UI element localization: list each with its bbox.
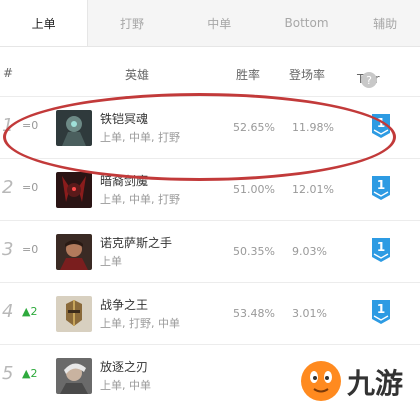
tier-badge-icon: 1 bbox=[372, 238, 390, 262]
rank-number: 2 bbox=[2, 177, 14, 198]
champion-name[interactable]: 放逐之刃 bbox=[100, 358, 148, 375]
table-row[interactable]: 4 ▲2 战争之王 上单, 打野, 中单 53.48% 3.01% 1 bbox=[0, 282, 420, 345]
tab-top[interactable]: 上单 bbox=[0, 0, 89, 46]
rank-change: =0 bbox=[22, 181, 39, 194]
rank-number: 5 bbox=[2, 363, 14, 384]
play-rate: 12.01% bbox=[292, 183, 334, 196]
table-row[interactable]: 1 =0 铁铠冥魂 上单, 中单, 打野 52.65% 11.98% 1 bbox=[0, 96, 420, 159]
champion-roles: 上单, 打野, 中单 bbox=[100, 317, 180, 330]
champion-roles: 上单 bbox=[100, 255, 122, 268]
champion-roles: 上单, 中单 bbox=[100, 379, 151, 392]
win-rate: 51.00% bbox=[233, 183, 275, 196]
champion-roles: 上单, 中单, 打野 bbox=[100, 131, 180, 144]
rank-header: # bbox=[3, 66, 14, 80]
playrate-header[interactable]: 登场率 bbox=[289, 66, 325, 83]
champion-avatar bbox=[56, 234, 92, 270]
champion-avatar bbox=[56, 110, 92, 146]
champion-name[interactable]: 战争之王 bbox=[100, 296, 148, 313]
champion-avatar bbox=[56, 296, 92, 332]
rank-number: 1 bbox=[2, 115, 14, 136]
tab-bottom[interactable]: Bottom bbox=[263, 0, 350, 46]
champion-name[interactable]: 暗裔剑魔 bbox=[100, 172, 148, 189]
play-rate: 11.98% bbox=[292, 121, 334, 134]
rank-change: ▲2 bbox=[22, 305, 38, 318]
tier-badge-icon: 1 bbox=[372, 300, 390, 324]
rank-change: =0 bbox=[22, 243, 39, 256]
win-rate: 53.48% bbox=[233, 307, 275, 320]
rank-number: 3 bbox=[2, 239, 14, 260]
play-rate: 9.03% bbox=[292, 245, 327, 258]
tab-support[interactable]: 辅助 bbox=[350, 0, 420, 46]
help-icon[interactable]: ? bbox=[361, 72, 377, 88]
champion-name[interactable]: 诺克萨斯之手 bbox=[100, 234, 172, 251]
tier-value: 1 bbox=[377, 302, 385, 316]
win-rate: 52.65% bbox=[233, 121, 275, 134]
winrate-header[interactable]: 胜率 bbox=[236, 66, 260, 83]
tab-mid[interactable]: 中单 bbox=[176, 0, 263, 46]
tier-badge-icon: 1 bbox=[372, 176, 390, 200]
tier-value: 1 bbox=[377, 178, 385, 192]
champion-name[interactable]: 铁铠冥魂 bbox=[100, 110, 148, 127]
play-rate: 3.01% bbox=[292, 307, 327, 320]
champion-avatar bbox=[56, 358, 92, 394]
tier-value: 1 bbox=[377, 116, 385, 130]
win-rate: 50.35% bbox=[233, 245, 275, 258]
champion-avatar bbox=[56, 172, 92, 208]
table-row[interactable]: 2 =0 暗裔剑魔 上单, 中单, 打野 51.00% 12.01% 1 bbox=[0, 158, 420, 221]
tier-value: 1 bbox=[377, 240, 385, 254]
champion-roles: 上单, 中单, 打野 bbox=[100, 193, 180, 206]
table-row[interactable]: 3 =0 诺克萨斯之手 上单 50.35% 9.03% 1 bbox=[0, 220, 420, 283]
tier-badge-icon: 1 bbox=[372, 114, 390, 138]
tab-jungle[interactable]: 打野 bbox=[88, 0, 175, 46]
table-header: # 英雄 胜率 登场率 Tier? bbox=[0, 60, 420, 88]
hero-header: 英雄 bbox=[125, 68, 150, 82]
rank-change: =0 bbox=[22, 119, 39, 132]
role-tabs: 上单 打野 中单 Bottom 辅助 bbox=[0, 0, 420, 47]
jiuyou-logo: 九游 bbox=[301, 361, 403, 401]
rank-number: 4 bbox=[2, 301, 14, 322]
watermark-text: 九游 bbox=[347, 367, 403, 400]
rank-change: ▲2 bbox=[22, 367, 38, 380]
